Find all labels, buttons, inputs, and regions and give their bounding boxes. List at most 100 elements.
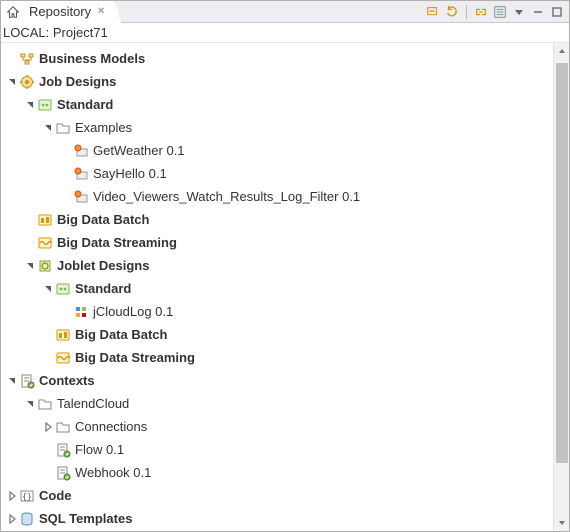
scroll-down-icon[interactable] (554, 515, 569, 531)
expand-toggle-open[interactable] (5, 374, 19, 388)
tree-label: SayHello 0.1 (93, 166, 167, 181)
expand-toggle-closed[interactable] (41, 420, 55, 434)
tree-label: Big Data Batch (57, 212, 149, 227)
repository-view: Repository ✕ (0, 0, 570, 532)
tree-label: GetWeather 0.1 (93, 143, 185, 158)
bds-icon (37, 235, 53, 251)
refresh-icon[interactable] (444, 4, 460, 20)
expand-toggle-open[interactable] (23, 397, 37, 411)
repository-tree[interactable]: Business Models Job Designs Standard Exampl… (1, 43, 553, 531)
jobitem-icon (73, 189, 89, 205)
tree-label: jCloudLog 0.1 (93, 304, 173, 319)
tree-label: Big Data Streaming (57, 235, 177, 250)
tab-bar: Repository ✕ (1, 1, 569, 23)
tree-label: Joblet Designs (57, 258, 149, 273)
node-video-filter[interactable]: Video_Viewers_Watch_Results_Log_Filter 0… (1, 185, 553, 208)
scroll-thumb[interactable] (556, 63, 568, 463)
expand-toggle-none (41, 351, 55, 365)
expand-toggle-none (41, 443, 55, 457)
svg-text:{}: {} (22, 492, 32, 501)
scrollbar[interactable] (553, 43, 569, 531)
joblet-icon (37, 258, 53, 274)
node-job-standard[interactable]: Standard (1, 93, 553, 116)
tree-label: Video_Viewers_Watch_Results_Log_Filter 0… (93, 189, 360, 204)
project-label: LOCAL: Project71 (1, 23, 569, 43)
expand-toggle-none (23, 236, 37, 250)
expand-toggle-open[interactable] (23, 98, 37, 112)
std-icon (37, 97, 53, 113)
tree-label: Job Designs (39, 74, 116, 89)
node-joblet-bds[interactable]: Big Data Streaming (1, 346, 553, 369)
expand-toggle-none (59, 167, 73, 181)
maximize-icon[interactable] (549, 4, 565, 20)
tree-label: Code (39, 488, 72, 503)
tree-label: Big Data Batch (75, 327, 167, 342)
node-job-designs[interactable]: Job Designs (1, 70, 553, 93)
ctx-icon (19, 373, 35, 389)
tab-title: Repository (29, 4, 91, 19)
tree-label: Connections (75, 419, 147, 434)
close-icon[interactable]: ✕ (95, 6, 107, 18)
jobletitem-icon (73, 304, 89, 320)
sql-icon (19, 511, 35, 527)
scroll-up-icon[interactable] (554, 43, 569, 59)
tree-label: TalendCloud (57, 396, 129, 411)
node-sql-templates[interactable]: SQL Templates (1, 507, 553, 530)
toolbar-separator (466, 5, 467, 19)
node-joblet-standard[interactable]: Standard (1, 277, 553, 300)
tree-container: Business Models Job Designs Standard Exampl… (1, 43, 569, 531)
expand-toggle-closed[interactable] (5, 489, 19, 503)
node-contexts[interactable]: Contexts (1, 369, 553, 392)
expand-toggle-none (41, 466, 55, 480)
expand-toggle-open[interactable] (41, 282, 55, 296)
ctxitem-icon (55, 465, 71, 481)
node-examples[interactable]: Examples (1, 116, 553, 139)
node-talendcloud[interactable]: TalendCloud (1, 392, 553, 415)
view-menu-icon[interactable] (511, 4, 527, 20)
tree-label: Standard (75, 281, 131, 296)
node-connections[interactable]: Connections (1, 415, 553, 438)
expand-toggle-open[interactable] (23, 259, 37, 273)
tree-label: Big Data Streaming (75, 350, 195, 365)
expand-toggle-open[interactable] (5, 75, 19, 89)
std-icon (55, 281, 71, 297)
view-toolbar (425, 1, 565, 23)
node-sayhello[interactable]: SayHello 0.1 (1, 162, 553, 185)
node-code[interactable]: {} Code (1, 484, 553, 507)
bdb-icon (37, 212, 53, 228)
bdb-icon (55, 327, 71, 343)
node-jcloudlog[interactable]: jCloudLog 0.1 (1, 300, 553, 323)
node-webhook[interactable]: Webhook 0.1 (1, 461, 553, 484)
node-joblet-bdb[interactable]: Big Data Batch (1, 323, 553, 346)
minimize-icon[interactable] (530, 4, 546, 20)
tree-label: Flow 0.1 (75, 442, 124, 457)
ctxitem-icon (55, 442, 71, 458)
bm-icon (19, 51, 35, 67)
expand-toggle-none (59, 190, 73, 204)
jobitem-icon (73, 143, 89, 159)
jobitem-icon (73, 166, 89, 182)
collapse-all-icon[interactable] (425, 4, 441, 20)
node-flow[interactable]: Flow 0.1 (1, 438, 553, 461)
expand-toggle-open[interactable] (41, 121, 55, 135)
node-business-models[interactable]: Business Models (1, 47, 553, 70)
tree-label: SQL Templates (39, 511, 132, 526)
filter-icon[interactable] (492, 4, 508, 20)
node-getweather[interactable]: GetWeather 0.1 (1, 139, 553, 162)
expand-toggle-closed[interactable] (5, 512, 19, 526)
tab-repository[interactable]: Repository ✕ (1, 1, 116, 23)
code-icon: {} (19, 488, 35, 504)
tree-label: Webhook 0.1 (75, 465, 151, 480)
expand-toggle-none (41, 328, 55, 342)
node-bdb[interactable]: Big Data Batch (1, 208, 553, 231)
link-icon[interactable] (473, 4, 489, 20)
tree-label: Business Models (39, 51, 145, 66)
tree-label: Standard (57, 97, 113, 112)
node-joblet-designs[interactable]: Joblet Designs (1, 254, 553, 277)
expand-toggle-none (59, 144, 73, 158)
node-bds[interactable]: Big Data Streaming (1, 231, 553, 254)
folder-icon (55, 120, 71, 136)
folder-icon (55, 419, 71, 435)
tree-label: Contexts (39, 373, 95, 388)
expand-toggle-none (59, 305, 73, 319)
